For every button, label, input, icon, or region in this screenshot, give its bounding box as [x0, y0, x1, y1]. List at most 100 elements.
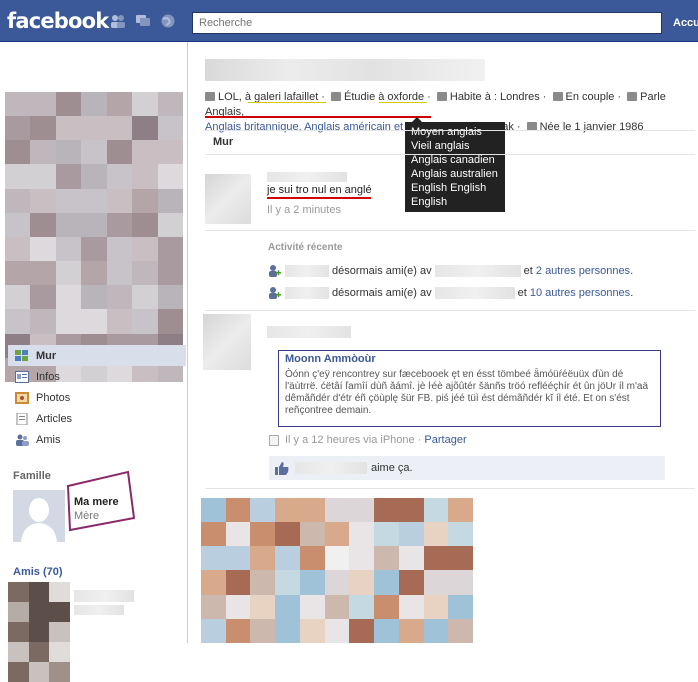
post-author-name-blurred[interactable] [267, 326, 351, 338]
nav-item-notes[interactable]: Articles [8, 408, 186, 429]
family-member-avatar[interactable] [13, 490, 65, 542]
blur-pixel [299, 618, 325, 643]
info-lives[interactable]: Habite à : Londres [450, 91, 540, 103]
blur-pixel [374, 546, 399, 571]
photos-icon [14, 391, 30, 405]
blur-pixel [81, 285, 107, 310]
profile-picture[interactable] [5, 92, 183, 382]
blur-pixel [225, 498, 251, 523]
blur-pixel [81, 236, 107, 262]
friend-add-icon [269, 287, 281, 299]
like-thumb-icon [275, 461, 289, 475]
account-link[interactable]: Accu [673, 17, 698, 29]
activity-end: . [630, 286, 634, 299]
blur-pixel [81, 92, 107, 117]
nav-item-label: Amis [36, 433, 61, 446]
friend-name-blurred [285, 286, 329, 299]
blur-pixel [81, 309, 107, 334]
annotation-yellow-underline [248, 102, 326, 103]
blur-pixel [55, 188, 82, 213]
blur-pixel [5, 116, 31, 141]
info-born: Née le 1 janvier 1986 [539, 121, 644, 133]
friend-name-blurred [434, 264, 521, 277]
blur-pixel [324, 522, 350, 547]
post-timestamp[interactable]: Il y a 2 minutes [267, 204, 341, 216]
blur-pixel [250, 498, 276, 523]
messages-icon[interactable] [135, 14, 151, 28]
nav-item-friends[interactable]: Amis [8, 429, 186, 450]
blur-pixel [132, 140, 158, 165]
blur-pixel [157, 309, 183, 334]
blur-pixel [225, 570, 251, 595]
left-sidebar: Mur Infos Photos Articles Amis Famille M… [0, 42, 188, 682]
top-bar: facebook Accu [0, 0, 698, 42]
note-title[interactable]: Moonn Ammòoùr [285, 353, 654, 365]
blur-pixel [299, 570, 325, 595]
blur-pixel [106, 285, 133, 310]
nav-item-photos[interactable]: Photos [8, 387, 186, 408]
blur-pixel [5, 92, 31, 117]
blur-pixel [30, 116, 56, 141]
friend-name-blurred [285, 264, 329, 277]
blur-pixel [423, 546, 449, 571]
activity-others-link[interactable]: 2 autres personnes [536, 265, 630, 277]
blur-pixel [30, 212, 56, 237]
divider [205, 488, 695, 489]
blur-pixel [299, 498, 325, 523]
blur-pixel [106, 309, 133, 334]
notifications-globe-icon[interactable] [160, 14, 176, 28]
divider [205, 310, 695, 311]
blur-pixel [374, 594, 399, 619]
blur-pixel [30, 188, 56, 213]
nav-item-wall[interactable]: Mur [8, 345, 186, 366]
wall-tab[interactable]: Mur [213, 136, 233, 148]
friends-section-label[interactable]: Amis (70) [13, 566, 63, 578]
blur-pixel [275, 570, 300, 595]
notes-icon [14, 412, 30, 426]
blur-pixel [324, 546, 350, 571]
post-author-avatar-blurred[interactable] [205, 174, 251, 224]
blur-pixel [398, 618, 424, 643]
friends-thumbnails[interactable] [8, 582, 70, 682]
blur-pixel [157, 285, 183, 310]
liker-name-blurred[interactable] [295, 462, 367, 474]
blur-pixel [55, 285, 82, 310]
blur-pixel [157, 188, 183, 213]
blur-pixel [275, 498, 300, 523]
blur-pixel [30, 261, 56, 286]
blur-pixel [106, 236, 133, 262]
facebook-logo[interactable]: facebook [7, 9, 109, 33]
post-timestamp[interactable]: Il y a 12 heures via iPhone [285, 434, 415, 446]
recent-activity-label: Activité récente [268, 242, 343, 253]
post-author-name-blurred[interactable] [267, 172, 347, 182]
blur-pixel [324, 570, 350, 595]
search-input[interactable] [192, 12, 662, 34]
blur-pixel [324, 618, 350, 643]
blur-pixel [8, 602, 29, 622]
blur-pixel [8, 642, 29, 662]
blur-pixel [275, 546, 300, 571]
blur-pixel [157, 236, 183, 262]
blur-pixel [275, 594, 300, 619]
blur-pixel [398, 594, 424, 619]
post-author-avatar-blurred[interactable] [203, 314, 251, 370]
blur-pixel [201, 498, 226, 523]
wall-icon [14, 349, 30, 363]
photo-attachment-blurred[interactable] [201, 498, 473, 643]
blur-pixel [106, 116, 133, 141]
activity-others-link[interactable]: 10 autres personnes [530, 287, 630, 299]
blur-pixel [106, 261, 133, 286]
blur-pixel [349, 618, 375, 643]
post-text: je sui tro nul en anglé [267, 184, 372, 196]
tooltip-item: Anglais australien [411, 168, 498, 180]
blur-pixel [324, 594, 350, 619]
blur-pixel [81, 188, 107, 213]
nav-item-info[interactable]: Infos [8, 366, 186, 387]
friend-requests-icon[interactable] [110, 14, 126, 28]
share-link[interactable]: Partager [424, 434, 466, 446]
blur-pixel [374, 498, 399, 523]
note-attachment[interactable]: Moonn Ammòoùr Òónn ç'eÿ rencontrey sur f… [278, 350, 661, 427]
post-meta: Il y a 12 heures via iPhone · Partager [269, 434, 467, 446]
blur-pixel [448, 570, 473, 595]
blur-pixel [132, 164, 158, 189]
